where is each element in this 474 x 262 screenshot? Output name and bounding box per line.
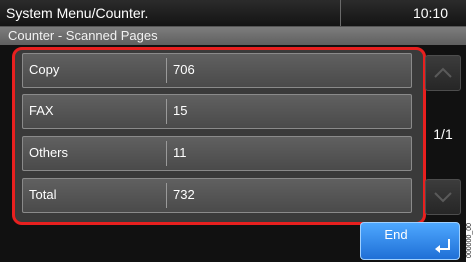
chevron-up-icon — [434, 67, 452, 78]
counter-row-others: Others 11 — [22, 136, 412, 171]
row-divider — [166, 58, 167, 83]
scroll-panel: 1/1 — [425, 55, 461, 215]
title-section: System Menu/Counter. — [0, 0, 341, 26]
clock: 10:10 — [412, 5, 448, 21]
page-title: System Menu/Counter. — [6, 5, 149, 21]
row-divider — [166, 141, 167, 166]
figure-code-text: 000000_00 — [466, 222, 473, 258]
counter-value: 706 — [173, 62, 195, 77]
counter-value: 11 — [173, 145, 187, 160]
counter-row-fax: FAX 15 — [22, 94, 412, 129]
counter-label: FAX — [29, 103, 54, 118]
counter-value: 732 — [173, 187, 195, 202]
subtitle-bar: Counter - Scanned Pages — [0, 27, 466, 45]
scroll-down-button[interactable] — [425, 179, 461, 215]
screen-subtitle: Counter - Scanned Pages — [8, 28, 158, 43]
counter-value: 15 — [173, 103, 188, 118]
end-button-label: End — [384, 227, 408, 242]
counter-list: Copy 706 FAX 15 Others 11 Total 732 — [12, 47, 426, 225]
counter-label: Total — [29, 187, 57, 202]
title-bar: System Menu/Counter. 10:10 — [0, 0, 466, 27]
counter-row-total: Total 732 — [22, 178, 412, 213]
page-indicator: 1/1 — [433, 126, 453, 142]
enter-icon — [435, 239, 450, 253]
chevron-down-icon — [434, 192, 452, 203]
scroll-up-button[interactable] — [425, 55, 461, 91]
figure-code: 000000_00 — [466, 200, 474, 260]
row-divider — [166, 99, 167, 124]
counter-row-copy: Copy 706 — [22, 53, 412, 88]
device-screen: System Menu/Counter. 10:10 Counter - Sca… — [0, 0, 466, 262]
end-button[interactable]: End — [360, 222, 460, 260]
counter-label: Copy — [29, 62, 60, 77]
counter-label: Others — [29, 145, 69, 160]
row-divider — [166, 183, 167, 208]
